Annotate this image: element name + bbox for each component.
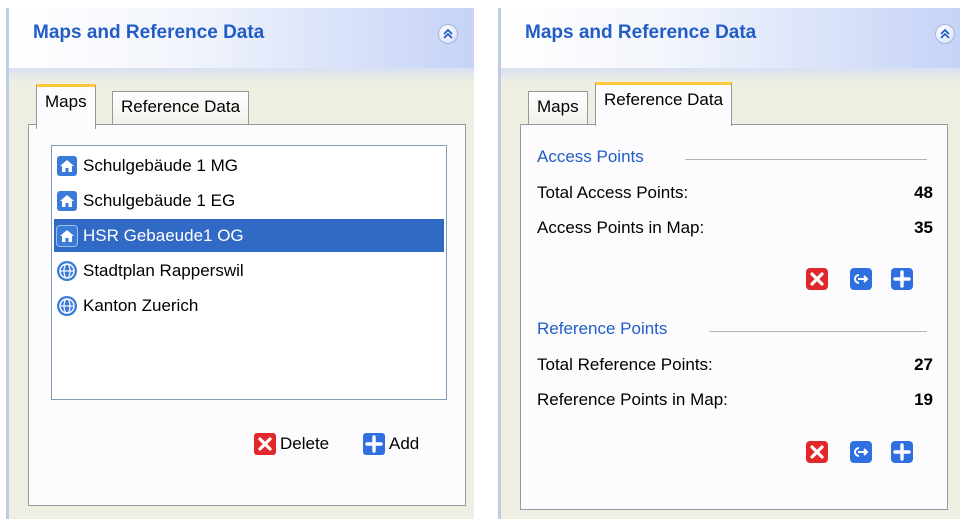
stat-label: Reference Points in Map: <box>537 390 728 409</box>
stat-value: 35 <box>914 218 933 237</box>
tab-label: Maps <box>537 97 579 116</box>
stat-value: 19 <box>914 390 933 409</box>
maps-list[interactable]: Schulgebäude 1 MG Schulgebäude 1 EG HSR … <box>51 145 447 400</box>
map-name: Schulgebäude 1 MG <box>83 155 238 175</box>
add-icon <box>893 270 911 288</box>
delete-label: Delete <box>280 434 330 453</box>
tab-label: Reference Data <box>604 90 724 109</box>
list-item[interactable]: Stadtplan Rapperswil <box>54 254 444 287</box>
tab-content-reference-data: Access Points Total Access Points: 48 Ac… <box>520 124 948 510</box>
list-item-selected[interactable]: HSR Gebaeude1 OG <box>54 219 444 252</box>
collapse-button[interactable] <box>438 24 458 44</box>
access-points-group-title: Access Points <box>537 147 644 166</box>
total-reference-points-row: Total Reference Points: 27 <box>537 355 933 383</box>
tab-maps[interactable]: Maps <box>36 84 96 129</box>
delete-button[interactable]: Delete <box>254 433 329 455</box>
map-name: Stadtplan Rapperswil <box>83 260 244 280</box>
panel-title: Maps and Reference Data <box>33 22 265 43</box>
map-name: Schulgebäude 1 EG <box>83 190 236 210</box>
maps-panel-left: Maps and Reference Data Maps Reference D… <box>6 8 474 519</box>
tab-reference-data[interactable]: Reference Data <box>112 91 250 126</box>
delete-access-points-button[interactable] <box>806 268 828 290</box>
panel-header: Maps and Reference Data <box>501 8 960 68</box>
reference-data-content: Access Points Total Access Points: 48 Ac… <box>537 125 949 511</box>
list-item[interactable]: Kanton Zuerich <box>54 289 444 322</box>
panel-header: Maps and Reference Data <box>9 8 474 68</box>
stat-label: Total Reference Points: <box>537 355 713 374</box>
add-button[interactable]: Add <box>363 433 419 455</box>
home-icon <box>57 155 77 176</box>
delete-reference-points-button[interactable] <box>806 441 828 463</box>
home-icon <box>57 190 77 211</box>
add-label: Add <box>389 434 420 453</box>
globe-icon <box>57 260 77 281</box>
maps-panel-right: Maps and Reference Data Maps Reference D… <box>498 8 960 519</box>
export-icon <box>854 274 869 284</box>
export-icon <box>854 447 869 457</box>
export-access-points-button[interactable] <box>850 268 872 290</box>
add-access-points-button[interactable] <box>891 268 913 290</box>
map-name: Kanton Zuerich <box>83 295 199 315</box>
add-icon <box>363 433 385 455</box>
chevron-up-double-icon <box>443 28 453 39</box>
panel-title: Maps and Reference Data <box>525 22 757 43</box>
list-item[interactable]: Schulgebäude 1 MG <box>54 149 444 182</box>
tab-content-maps: Schulgebäude 1 MG Schulgebäude 1 EG HSR … <box>28 124 466 506</box>
tab-reference-data[interactable]: Reference Data <box>595 82 733 126</box>
globe-icon <box>57 295 77 316</box>
add-icon <box>893 443 911 461</box>
map-name: HSR Gebaeude1 OG <box>83 225 244 245</box>
stat-label: Total Access Points: <box>537 183 689 202</box>
group-divider <box>709 331 927 332</box>
delete-icon <box>254 433 276 455</box>
chevron-up-double-icon <box>940 28 950 39</box>
access-points-in-map-row: Access Points in Map: 35 <box>537 218 933 246</box>
delete-icon <box>810 445 824 459</box>
home-icon <box>56 224 78 247</box>
group-divider <box>685 159 927 160</box>
add-reference-points-button[interactable] <box>891 441 913 463</box>
reference-points-group-title: Reference Points <box>537 319 668 338</box>
total-access-points-row: Total Access Points: 48 <box>537 183 933 211</box>
tab-label: Maps <box>45 92 87 111</box>
reference-points-in-map-row: Reference Points in Map: 19 <box>537 390 933 418</box>
export-reference-points-button[interactable] <box>850 441 872 463</box>
stat-value: 27 <box>914 355 933 374</box>
stat-label: Access Points in Map: <box>537 218 705 237</box>
list-item[interactable]: Schulgebäude 1 EG <box>54 184 444 217</box>
delete-icon <box>810 272 824 286</box>
tab-maps[interactable]: Maps <box>528 91 588 126</box>
stat-value: 48 <box>914 183 933 202</box>
tab-label: Reference Data <box>121 97 241 116</box>
collapse-button[interactable] <box>935 24 955 44</box>
